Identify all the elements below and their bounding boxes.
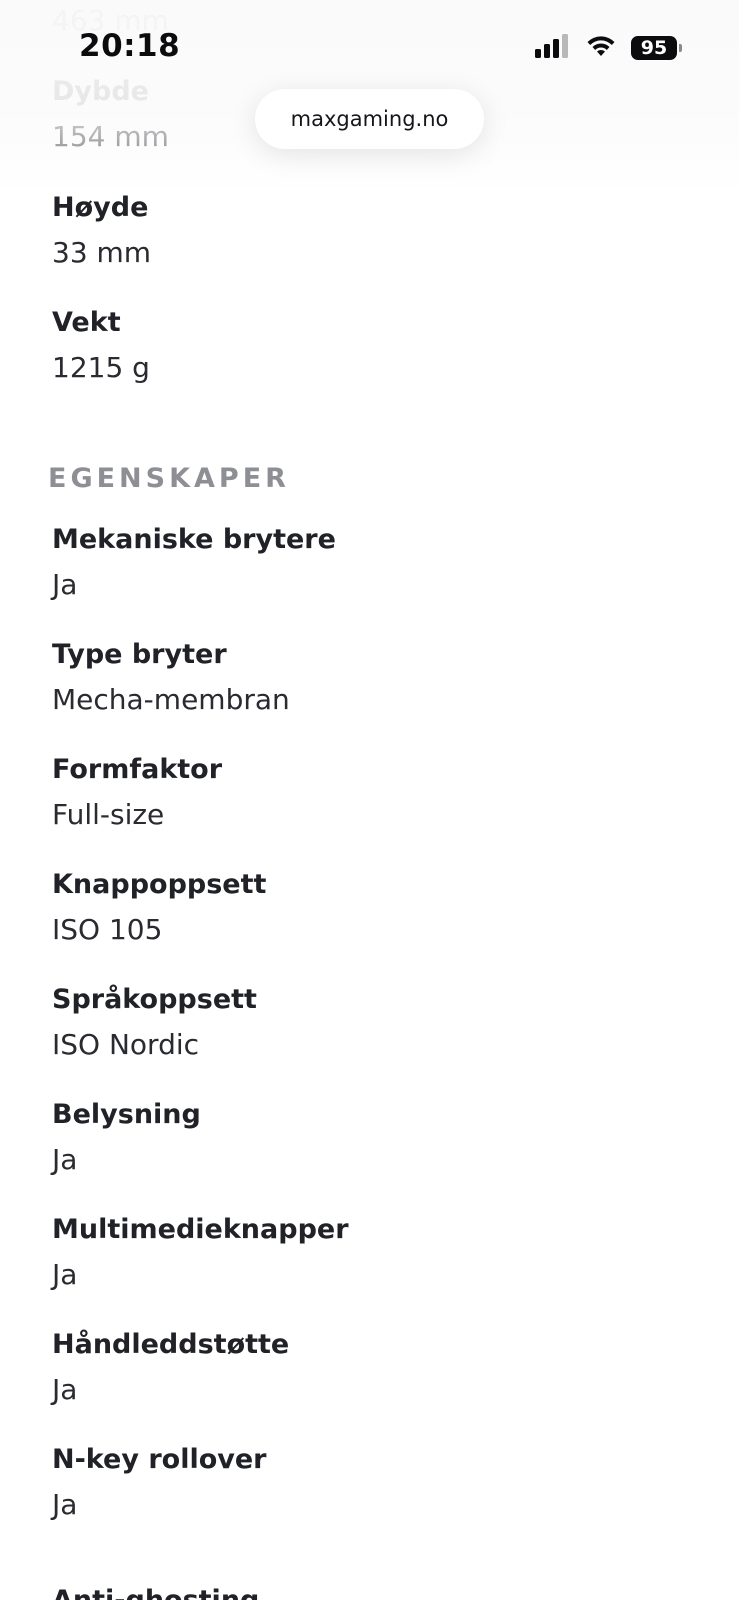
spec-value: 1215 g xyxy=(52,351,150,384)
cellular-signal-icon xyxy=(535,34,571,62)
spec-n-key-rollover: N-key rollover Ja xyxy=(52,1444,267,1522)
spec-label: Multimedieknapper xyxy=(52,1214,349,1245)
spec-value: Ja xyxy=(52,1488,78,1521)
spec-label: Vekt xyxy=(52,307,121,338)
spec-value: ISO 105 xyxy=(52,913,163,946)
spec-value: ISO Nordic xyxy=(52,1028,200,1061)
spec-key-layout: Knappoppsett ISO 105 xyxy=(52,869,266,947)
status-time: 20:18 xyxy=(79,28,181,64)
spec-value: 33 mm xyxy=(52,236,152,269)
spec-lighting: Belysning Ja xyxy=(52,1099,201,1177)
spec-label: Type bryter xyxy=(52,639,227,670)
battery-level: 95 xyxy=(640,37,668,59)
spec-height: Høyde 33 mm xyxy=(52,192,151,270)
spec-value: Ja xyxy=(52,568,78,601)
spec-label: N-key rollover xyxy=(52,1444,267,1475)
spec-media-keys: Multimedieknapper Ja xyxy=(52,1214,349,1292)
product-spec-page: 463 mm Dybde 154 mm Høyde 33 mm Vekt 121… xyxy=(0,0,739,1600)
spec-weight: Vekt 1215 g xyxy=(52,307,150,385)
spec-label: Belysning xyxy=(52,1099,201,1130)
spec-language-layout: Språkoppsett ISO Nordic xyxy=(52,984,257,1062)
url-text: maxgaming.no xyxy=(290,107,449,131)
spec-value: Mecha-membran xyxy=(52,683,290,716)
wifi-icon xyxy=(585,34,617,62)
status-icons: 95 xyxy=(535,34,682,62)
spec-depth: Dybde 154 mm xyxy=(52,76,169,154)
battery-icon: 95 xyxy=(631,36,682,60)
spec-value: 154 mm xyxy=(52,120,169,153)
spec-wrist-rest: Håndleddstøtte Ja xyxy=(52,1329,289,1407)
spec-label: Håndleddstøtte xyxy=(52,1329,290,1360)
spec-label: Knappoppsett xyxy=(52,869,267,900)
spec-value: Ja xyxy=(52,1258,78,1291)
spec-label: Språkoppsett xyxy=(52,984,257,1015)
spec-value: Ja xyxy=(52,1373,78,1406)
spec-label: Dybde xyxy=(52,76,149,107)
spec-label-cut-off: Anti-ghosting xyxy=(52,1585,259,1600)
spec-label: Høyde xyxy=(52,192,149,223)
section-heading-features: EGENSKAPER xyxy=(48,463,290,494)
spec-switch-type: Type bryter Mecha-membran xyxy=(52,639,290,717)
spec-label: Formfaktor xyxy=(52,754,223,785)
battery-tip xyxy=(679,44,682,52)
spec-mechanical-switches: Mekaniske brytere Ja xyxy=(52,524,336,602)
spec-label: Mekaniske brytere xyxy=(52,524,336,555)
address-bar[interactable]: maxgaming.no xyxy=(255,89,484,149)
spec-form-factor: Formfaktor Full-size xyxy=(52,754,222,832)
spec-value: Full-size xyxy=(52,798,165,831)
spec-value: Ja xyxy=(52,1143,78,1176)
